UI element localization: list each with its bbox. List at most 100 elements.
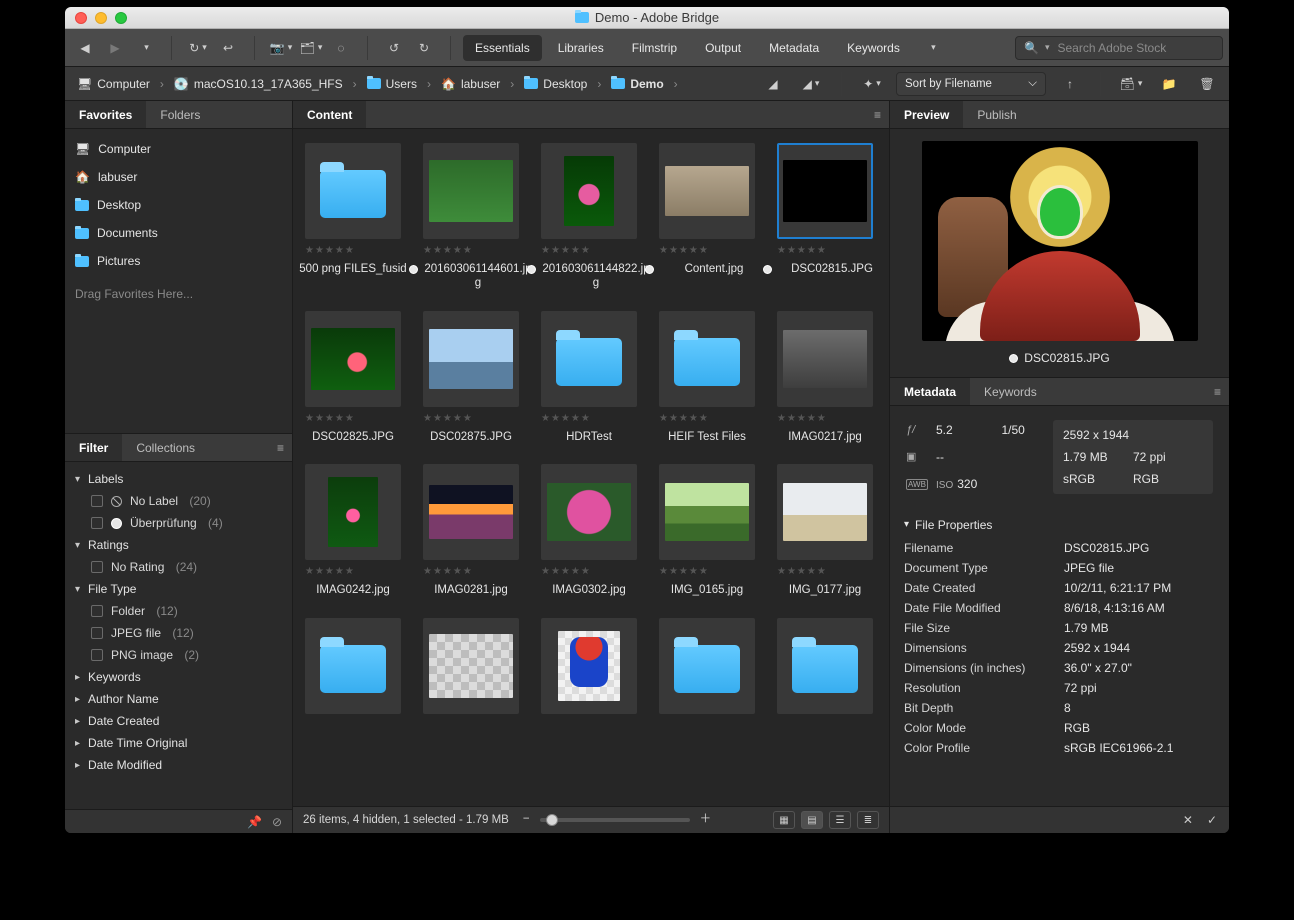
nav-back-button[interactable]: ◀ (71, 35, 99, 61)
rating-stars[interactable]: ★★★★★ (659, 566, 709, 577)
panel-menu-icon[interactable]: ≡ (277, 434, 292, 461)
grid-item[interactable]: ★★★★★IMG_0165.jpg (659, 464, 755, 597)
filter-option[interactable]: No Rating (24) (65, 556, 292, 578)
grid-item[interactable]: ★★★★★DSC02815.JPG (777, 143, 873, 291)
grid-item[interactable]: ★★★★★ (541, 618, 637, 737)
tab-collections[interactable]: Collections (122, 434, 209, 461)
filter-option[interactable]: Überprüfung (4) (65, 512, 292, 534)
thumbnail-quality-high-button[interactable]: ◢ (797, 71, 825, 97)
filter-option[interactable]: JPEG file (12) (65, 622, 292, 644)
thumbnail[interactable] (423, 618, 519, 714)
minimize-window[interactable] (95, 12, 107, 24)
thumbnail[interactable] (777, 311, 873, 407)
reveal-recent-button[interactable]: ↻ (184, 35, 212, 61)
rating-stars[interactable]: ★★★★★ (423, 566, 473, 577)
thumbnail[interactable] (659, 464, 755, 560)
grid-item[interactable]: ★★★★★HDRTest (541, 311, 637, 444)
tab-publish[interactable]: Publish (963, 101, 1030, 128)
tab-keywords[interactable]: Keywords (970, 378, 1051, 405)
rating-stars[interactable]: ★★★★★ (305, 245, 355, 256)
thumbnail[interactable] (541, 311, 637, 407)
grid-item[interactable]: ★★★★★HEIF Test Files (659, 311, 755, 444)
nav-recent-button[interactable] (131, 35, 159, 61)
grid-item[interactable]: ★★★★★IMG_0177.jpg (777, 464, 873, 597)
boomerang-button[interactable]: ↩ (214, 35, 242, 61)
grid-item[interactable]: ★★★★★ (423, 618, 519, 737)
workspace-libraries[interactable]: Libraries (546, 35, 616, 61)
tab-preview[interactable]: Preview (890, 101, 963, 128)
preview-image[interactable] (922, 141, 1198, 341)
filter-group-author-name[interactable]: ▸Author Name (65, 688, 292, 710)
rating-stars[interactable]: ★★★★★ (423, 245, 473, 256)
thumbnail[interactable] (777, 618, 873, 714)
workspace-essentials[interactable]: Essentials (463, 35, 542, 61)
grid-item[interactable]: ★★★★★DSC02875.JPG (423, 311, 519, 444)
filter-option[interactable]: Folder (12) (65, 600, 292, 622)
zoom-out-button[interactable]: − (523, 814, 530, 826)
panel-menu-icon[interactable]: ≡ (874, 101, 889, 128)
rating-stars[interactable]: ★★★★★ (305, 413, 355, 424)
filter-group-keywords[interactable]: ▸Keywords (65, 666, 292, 688)
zoom-window[interactable] (115, 12, 127, 24)
tab-filter[interactable]: Filter (65, 434, 122, 461)
thumbnail[interactable] (305, 464, 401, 560)
crumb-computer[interactable]: 🖥Computer (73, 75, 154, 93)
thumbnail[interactable] (777, 143, 873, 239)
workspace-metadata[interactable]: Metadata (757, 35, 831, 61)
rating-stars[interactable]: ★★★★★ (423, 413, 473, 424)
rating-stars[interactable]: ★★★★★ (659, 413, 709, 424)
grid-item[interactable]: ★★★★★500 png FILES_fusid (305, 143, 401, 291)
view-grid-lock-button[interactable]: ▦ (773, 811, 795, 829)
sort-dropdown[interactable]: Sort by Filename ⌵ (896, 72, 1046, 96)
filter-option[interactable]: PNG image (2) (65, 644, 292, 666)
filter-group-date-created[interactable]: ▸Date Created (65, 710, 292, 732)
clear-filter-icon[interactable]: ⊘ (272, 816, 282, 828)
panel-menu-icon[interactable]: ≡ (1214, 378, 1229, 405)
checkbox[interactable] (91, 649, 103, 661)
grid-item[interactable]: ★★★★★IMAG0217.jpg (777, 311, 873, 444)
grid-item[interactable]: ★★★★★ (305, 618, 401, 737)
open-camera-raw-button[interactable]: ◌ (327, 35, 355, 61)
tab-favorites[interactable]: Favorites (65, 101, 146, 128)
cancel-icon[interactable]: ✕ (1183, 814, 1193, 826)
tab-content[interactable]: Content (293, 101, 366, 128)
zoom-in-button[interactable]: ＋ (700, 814, 712, 826)
output-menu-button[interactable]: 🗂 (297, 35, 325, 61)
thumbnail[interactable] (423, 143, 519, 239)
grid-item[interactable]: ★★★★★201603061144601.jpg (423, 143, 519, 291)
thumbnail[interactable] (305, 618, 401, 714)
favorite-labuser[interactable]: 🏠labuser (65, 163, 292, 191)
thumbnail[interactable] (305, 143, 401, 239)
rating-stars[interactable]: ★★★★★ (541, 566, 591, 577)
rating-stars[interactable]: ★★★★★ (777, 413, 827, 424)
thumbnail-quality-low-button[interactable]: ◢ (759, 71, 787, 97)
crumb-users[interactable]: Users (363, 75, 421, 93)
thumbnail[interactable] (423, 311, 519, 407)
grid-item[interactable]: ★★★★★IMAG0242.jpg (305, 464, 401, 597)
pin-icon[interactable]: 📌 (247, 816, 262, 828)
zoom-slider[interactable] (540, 818, 690, 822)
thumbnail[interactable] (659, 311, 755, 407)
grid-item[interactable]: ★★★★★201603061144822.jpg (541, 143, 637, 291)
checkbox[interactable] (91, 605, 103, 617)
filter-group-date-time-original[interactable]: ▸Date Time Original (65, 732, 292, 754)
checkbox[interactable] (91, 627, 103, 639)
search-stock[interactable]: 🔍 ▾ (1015, 36, 1223, 60)
grid-item[interactable]: ★★★★★ (659, 618, 755, 737)
get-photos-button[interactable]: 📷 (267, 35, 295, 61)
view-details-button[interactable]: ☰ (829, 811, 851, 829)
file-properties-header[interactable]: ▾ File Properties (894, 512, 1225, 538)
view-list-button[interactable]: ≣ (857, 811, 879, 829)
filter-group-file-type[interactable]: ▾File Type (65, 578, 292, 600)
thumbnail[interactable] (541, 618, 637, 714)
workspace-more-button[interactable] (918, 35, 946, 61)
chevron-down-icon[interactable]: ▾ (1045, 42, 1050, 53)
grid-item[interactable]: ★★★★★IMAG0302.jpg (541, 464, 637, 597)
sort-direction-button[interactable]: ↑ (1056, 71, 1084, 97)
workspace-filmstrip[interactable]: Filmstrip (620, 35, 689, 61)
close-window[interactable] (75, 12, 87, 24)
thumbnail[interactable] (541, 143, 637, 239)
workspace-output[interactable]: Output (693, 35, 753, 61)
filter-group-date-modified[interactable]: ▸Date Modified (65, 754, 292, 776)
view-thumbnails-button[interactable]: ▤ (801, 811, 823, 829)
